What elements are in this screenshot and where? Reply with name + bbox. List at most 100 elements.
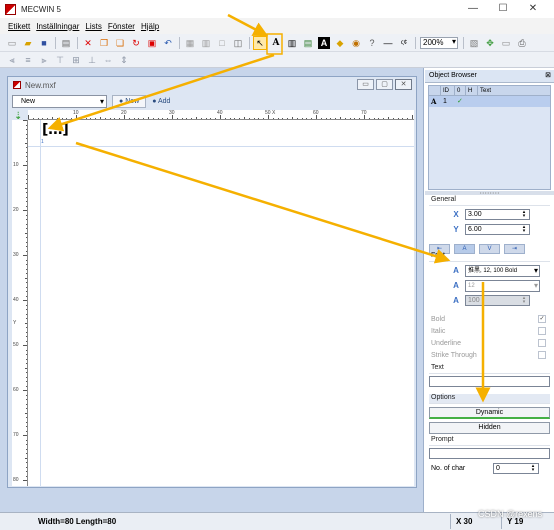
- new-file-icon[interactable]: ▭: [6, 37, 18, 49]
- maximize-icon[interactable]: ▢: [376, 79, 393, 90]
- counter-icon[interactable]: ς¢: [398, 37, 410, 49]
- close-icon[interactable]: ✕: [518, 0, 548, 18]
- menu-hjalp[interactable]: Hjälp: [141, 22, 159, 31]
- text-tool-icon[interactable]: A: [270, 37, 282, 49]
- print-icon[interactable]: ▤: [60, 37, 72, 49]
- maximize-icon[interactable]: ☐: [488, 0, 518, 18]
- bold-checkbox[interactable]: ✓: [538, 315, 546, 323]
- picture-icon[interactable]: ◉: [350, 37, 362, 49]
- label-canvas[interactable]: [...] 1: [28, 120, 414, 486]
- group-icon[interactable]: ▦: [184, 37, 196, 49]
- font-size-select[interactable]: 12: [465, 279, 540, 292]
- menu-installningar[interactable]: Inställningar: [36, 22, 79, 31]
- y-position-input[interactable]: 6.00: [465, 224, 530, 235]
- shape-icon[interactable]: ◆: [334, 37, 346, 49]
- close-icon[interactable]: ✕: [395, 79, 412, 90]
- minimize-icon[interactable]: —: [458, 0, 488, 18]
- ruler-label: Y: [13, 319, 17, 326]
- frame-icon[interactable]: □: [216, 37, 228, 49]
- prompt-title: Prompt: [429, 436, 550, 446]
- line-icon[interactable]: —: [382, 37, 394, 49]
- layer-tab-new[interactable]: ● New: [112, 94, 147, 108]
- add-layer-button[interactable]: ● Add: [152, 98, 170, 105]
- hidden-button[interactable]: Hidden: [429, 422, 550, 434]
- label-settings-icon[interactable]: ▭: [500, 37, 512, 49]
- same-width-icon[interactable]: ⇔: [102, 54, 114, 66]
- align-right-icon[interactable]: ⫸: [38, 54, 50, 66]
- underline-checkbox[interactable]: [538, 339, 546, 347]
- zoom-select[interactable]: 200%: [420, 36, 458, 49]
- column-h[interactable]: H: [466, 86, 478, 95]
- font-size-icon: A: [453, 280, 459, 290]
- text-input[interactable]: [429, 376, 550, 387]
- move-icon[interactable]: ✥: [484, 37, 496, 49]
- visible-check-icon[interactable]: ✓: [455, 96, 466, 107]
- strike-checkbox[interactable]: [538, 351, 546, 359]
- italic-checkbox[interactable]: [538, 327, 546, 335]
- font-select[interactable]: 推黑, 12, 100 Bold: [465, 264, 540, 277]
- font-section: Font A 推黑, 12, 100 Bold A 12 A 100 Bold …: [429, 252, 550, 361]
- object-browser-title: Object Browser: [429, 72, 477, 79]
- menu-fonster[interactable]: Fönster: [108, 22, 135, 31]
- paste-icon[interactable]: ❏: [114, 37, 126, 49]
- general-title: General: [429, 196, 550, 206]
- column-id[interactable]: ID: [441, 86, 455, 95]
- row-type-icon: A: [431, 97, 437, 106]
- printer-icon[interactable]: ⎙: [516, 37, 528, 49]
- save-icon[interactable]: ■: [38, 37, 50, 49]
- strike-label: Strike Through: [431, 351, 477, 359]
- properties-icon[interactable]: ◫: [232, 37, 244, 49]
- column-text[interactable]: Text: [478, 86, 550, 95]
- x-position-input[interactable]: 3.00: [465, 209, 530, 220]
- title-bar: MECWIN 5 — ☐ ✕: [0, 0, 554, 18]
- text-object[interactable]: [...]: [42, 122, 69, 138]
- align-top-icon[interactable]: ⊤: [54, 54, 66, 66]
- toolbar-separator: [77, 36, 78, 49]
- menu-etikett[interactable]: Etikett: [8, 22, 30, 31]
- same-height-icon[interactable]: ⇕: [118, 54, 130, 66]
- align-center-icon[interactable]: ≡: [22, 54, 34, 66]
- ruler-label: 20: [121, 110, 127, 116]
- refresh-icon[interactable]: ↻: [130, 37, 142, 49]
- ungroup-icon[interactable]: ▥: [200, 37, 212, 49]
- copy-icon[interactable]: ❐: [98, 37, 110, 49]
- no-of-char-row: No. of char 0: [429, 462, 550, 475]
- document-window: New.mxf ▭ ▢ ✕ New ● New ● Add ⇣ 10203040…: [7, 76, 417, 488]
- align-bottom-icon[interactable]: ⊥: [86, 54, 98, 66]
- column-0[interactable]: 0: [455, 86, 466, 95]
- underline-label: Underline: [431, 339, 461, 347]
- ruler-label: 10: [73, 110, 79, 116]
- menu-lists[interactable]: Lists: [85, 22, 101, 31]
- pointer-tool-icon[interactable]: ↖: [253, 35, 267, 50]
- ruler-label: 50: [13, 342, 19, 348]
- datamatrix-icon[interactable]: ▤: [302, 37, 314, 49]
- layer-bar: New ● New ● Add: [12, 93, 170, 109]
- row-h: [466, 96, 478, 107]
- dynamic-button[interactable]: Dynamic: [429, 407, 550, 419]
- align-left-icon[interactable]: ⫷: [6, 54, 18, 66]
- ruler-label: 40: [217, 110, 223, 116]
- ruler-label: 40: [13, 297, 19, 303]
- close-icon[interactable]: ⊠: [545, 70, 551, 82]
- inverse-text-icon[interactable]: A: [318, 36, 330, 49]
- delete-icon[interactable]: ✕: [82, 37, 94, 49]
- align-middle-icon[interactable]: ⊞: [70, 54, 82, 66]
- help-icon[interactable]: ?: [366, 37, 378, 49]
- watermark: CSDN @rexens: [478, 509, 543, 519]
- barcode-tool-icon[interactable]: ▥: [286, 37, 298, 49]
- layer-select[interactable]: New: [12, 94, 107, 108]
- font-weight-input[interactable]: 100: [465, 295, 530, 306]
- panel-splitter[interactable]: • • • • • • • •: [425, 191, 554, 195]
- text-section: Text: [429, 364, 550, 387]
- image-icon[interactable]: ▣: [146, 37, 158, 49]
- underline-row: Underline: [429, 337, 550, 349]
- no-of-char-label: No. of char: [431, 465, 466, 472]
- table-row[interactable]: A 1 ✓: [429, 96, 550, 107]
- no-of-char-input[interactable]: 0: [493, 463, 539, 474]
- prompt-input[interactable]: [429, 448, 550, 459]
- open-folder-icon[interactable]: ▰: [22, 37, 34, 49]
- undo-icon[interactable]: ↶: [162, 37, 174, 49]
- align-tool-icon[interactable]: ▧: [468, 37, 480, 49]
- object-browser-header: Object Browser ⊠: [425, 70, 554, 83]
- minimize-icon[interactable]: ▭: [357, 79, 374, 90]
